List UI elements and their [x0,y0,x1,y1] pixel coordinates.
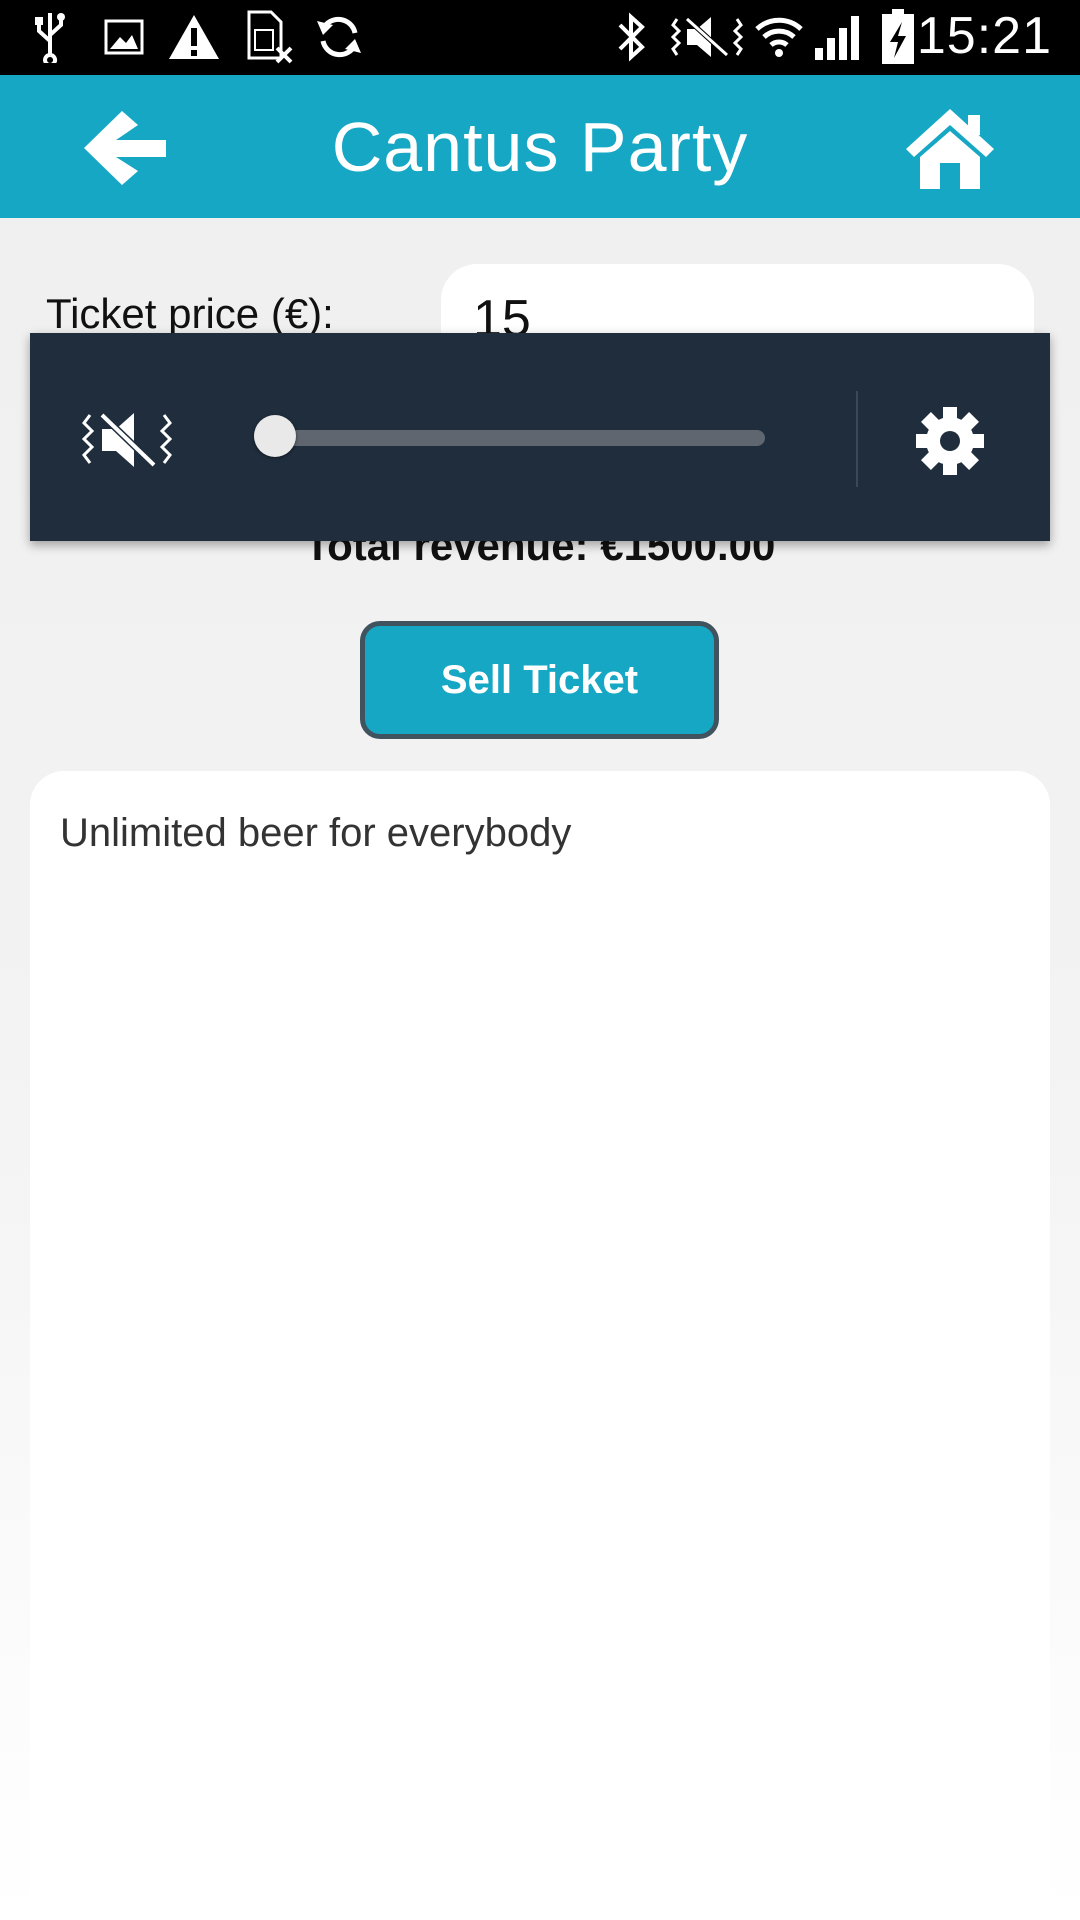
sell-ticket-button[interactable]: Sell Ticket [360,621,719,739]
warning-icon [166,8,222,66]
volume-panel [30,333,1050,541]
vibrate-icon [670,8,744,66]
sim-card-x-icon [244,8,294,66]
app-bar: Cantus Party [0,75,1080,218]
bluetooth-icon [612,8,652,66]
home-button[interactable] [902,105,998,191]
divider [856,391,858,487]
volume-slider-thumb[interactable] [254,415,296,457]
image-icon [102,8,146,66]
ticket-price-label: Ticket price (€): [46,290,334,337]
signal-icon [812,8,866,66]
vibrate-mute-icon[interactable] [81,407,173,473]
home-icon [906,109,994,189]
battery-charging-icon [878,8,918,66]
wifi-icon [752,8,806,66]
description-text: Unlimited beer for everybody [60,811,572,855]
status-time: 15:21 [916,7,1052,65]
sync-icon [312,8,366,66]
volume-slider-track[interactable] [262,430,765,446]
usb-icon [30,8,70,66]
description-card: Unlimited beer for everybody [30,771,1050,1920]
gear-icon[interactable] [914,405,986,477]
status-bar: 15:21 [0,0,1080,75]
